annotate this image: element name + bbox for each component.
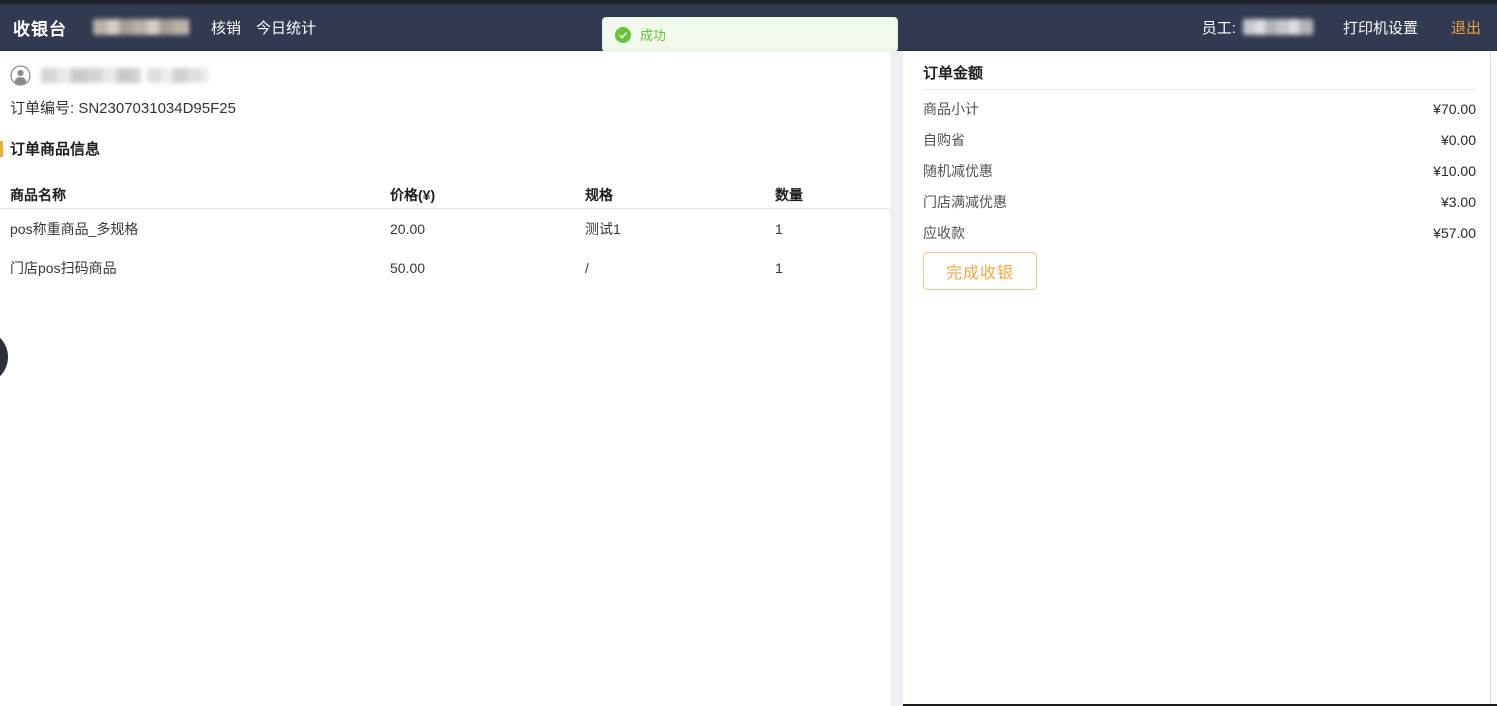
summary-row-random-discount: 随机减优惠 ¥10.00	[923, 155, 1476, 186]
summary-label: 应收款	[923, 223, 965, 243]
summary-label: 商品小计	[923, 99, 979, 119]
col-header-price: 价格(¥)	[380, 185, 575, 205]
summary-label: 随机减优惠	[923, 161, 993, 181]
table-row: pos称重商品_多规格 20.00 测试1 1	[0, 209, 893, 248]
order-number-label: 订单编号:	[10, 100, 74, 117]
order-number-value: SN2307031034D95F25	[78, 100, 236, 117]
summary-value: ¥10.00	[1433, 163, 1476, 179]
summary-value: ¥0.00	[1441, 132, 1476, 148]
summary-value: ¥57.00	[1433, 225, 1476, 241]
cell-name: pos称重商品_多规格	[0, 219, 380, 239]
logout-button[interactable]: 退出	[1451, 17, 1481, 38]
cell-spec: 测试1	[575, 219, 765, 239]
summary-row-receivable: 应收款 ¥57.00	[923, 217, 1476, 248]
summary-label: 门店满减优惠	[923, 192, 1007, 212]
nav-item-verify[interactable]: 核销	[211, 17, 241, 38]
cell-spec: /	[575, 260, 765, 276]
section-accent-bar	[0, 141, 3, 157]
pos-cashier-screen: 收银台 核销 今日统计 员工: 打印机设置 退出 成功	[0, 0, 1497, 706]
summary-row-subtotal: 商品小计 ¥70.00	[923, 93, 1476, 124]
success-toast: 成功	[602, 17, 898, 52]
order-amount-panel: 订单金额 商品小计 ¥70.00 自购省 ¥0.00 随机减优惠 ¥10.00 …	[903, 51, 1497, 706]
employee-label: 员工:	[1202, 17, 1236, 38]
summary-title: 订单金额	[923, 62, 1476, 82]
toast-message: 成功	[640, 25, 666, 44]
window-right-edge	[1490, 51, 1491, 706]
order-detail-panel: 订单编号: SN2307031034D95F25 订单商品信息 商品名称 价格(…	[0, 51, 890, 706]
table-row: 门店pos扫码商品 50.00 / 1	[0, 248, 893, 287]
summary-divider	[923, 89, 1476, 90]
user-icon	[10, 65, 31, 86]
nav-item-today-stats[interactable]: 今日统计	[256, 17, 316, 38]
cell-price: 20.00	[380, 221, 575, 237]
employee-name-blurred	[1243, 19, 1313, 35]
panel-divider	[890, 51, 903, 706]
order-number-row: 订单编号: SN2307031034D95F25	[0, 97, 890, 115]
app-title: 收银台	[13, 15, 67, 40]
navbar-right-group: 员工: 打印机设置 退出	[1202, 17, 1497, 38]
summary-row-store-discount: 门店满减优惠 ¥3.00	[923, 186, 1476, 217]
goods-table-header-row: 商品名称 价格(¥) 规格 数量	[0, 181, 893, 209]
cell-qty: 1	[765, 221, 883, 237]
cell-price: 50.00	[380, 260, 575, 276]
complete-checkout-button[interactable]: 完成收银	[923, 252, 1037, 290]
goods-section-header: 订单商品信息	[0, 140, 890, 157]
check-circle-icon	[615, 27, 631, 43]
navbar-left-group: 收银台 核销 今日统计	[0, 15, 316, 40]
customer-name-blurred-2	[147, 68, 209, 83]
customer-name-blurred	[41, 68, 141, 83]
cell-name: 门店pos扫码商品	[0, 258, 380, 278]
goods-section-title: 订单商品信息	[10, 138, 100, 159]
summary-label: 自购省	[923, 130, 965, 150]
goods-table: 商品名称 价格(¥) 规格 数量 pos称重商品_多规格 20.00 测试1 1…	[0, 181, 893, 287]
summary-row-self-purchase-saving: 自购省 ¥0.00	[923, 124, 1476, 155]
customer-row	[0, 64, 890, 86]
summary-rows: 商品小计 ¥70.00 自购省 ¥0.00 随机减优惠 ¥10.00 门店满减优…	[923, 93, 1476, 248]
printer-settings-button[interactable]: 打印机设置	[1343, 17, 1418, 38]
store-name-blurred	[93, 19, 189, 35]
cell-qty: 1	[765, 260, 883, 276]
col-header-qty: 数量	[765, 185, 883, 205]
col-header-name: 商品名称	[0, 185, 380, 205]
summary-value: ¥70.00	[1433, 101, 1476, 117]
col-header-spec: 规格	[575, 185, 765, 205]
summary-value: ¥3.00	[1441, 194, 1476, 210]
